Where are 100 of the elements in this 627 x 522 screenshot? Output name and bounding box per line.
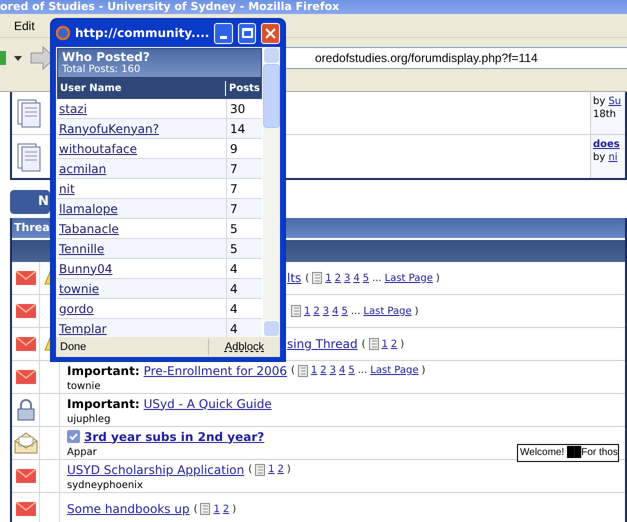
documents-icon — [16, 98, 42, 128]
post-count: 14 — [226, 119, 262, 138]
paren: ( — [290, 364, 295, 378]
page-link[interactable]: 3 — [330, 363, 336, 378]
thread-title-link[interactable]: Pre-Enrollment for 2006 — [144, 362, 287, 380]
paren: ) — [414, 304, 419, 318]
author-name: sydneyphoenix — [67, 478, 144, 492]
author-name: townie — [67, 380, 102, 392]
last-page-link[interactable]: Last Page — [370, 363, 419, 378]
page-link[interactable]: 2 — [278, 462, 284, 477]
last-page-link[interactable]: Last Page — [363, 304, 412, 318]
user-name-link[interactable]: Tabanacle — [57, 220, 226, 238]
user-name-link[interactable]: gordo — [57, 300, 226, 318]
post-date: 18th — [593, 108, 617, 121]
thread-title-link[interactable]: USyd - A Quick Guide — [144, 394, 272, 412]
status-text: Done — [59, 340, 88, 355]
author-name: ujuphleg — [67, 412, 112, 426]
paren: ) — [436, 272, 440, 286]
page-link[interactable]: 2 — [390, 336, 398, 352]
post-count: 5 — [226, 239, 262, 258]
user-name-link[interactable]: withoutaface — [57, 140, 226, 158]
post-count: 9 — [226, 139, 262, 158]
post-count: 7 — [226, 199, 262, 218]
thread-title-link[interactable]: USYD Scholarship Application — [67, 460, 244, 478]
post-count: 4 — [226, 259, 262, 278]
user-link[interactable]: ni — [608, 152, 618, 163]
page-icon — [255, 464, 266, 476]
column-header: User Name — [57, 81, 226, 96]
close-button[interactable] — [261, 22, 280, 44]
maximize-button[interactable] — [238, 22, 256, 44]
page-link[interactable]: 5 — [342, 304, 348, 318]
thread-title-link[interactable]: 3rd year subs in 2nd year? — [84, 428, 264, 446]
page-icon — [291, 305, 301, 317]
page-link[interactable]: 1 — [382, 336, 388, 352]
ellipsis: ... — [350, 304, 360, 318]
minimize-button[interactable] — [214, 22, 233, 44]
dropdown-arrow-icon[interactable] — [14, 56, 22, 60]
user-name-link[interactable]: Templar — [57, 320, 226, 337]
author-name: Appar — [67, 446, 98, 458]
popup-title: http://community.... — [74, 25, 210, 42]
ellipsis: ... — [372, 272, 382, 286]
menu-item[interactable]: Edit — [14, 16, 35, 34]
post-count: 7 — [226, 159, 262, 178]
ellipsis: ... — [358, 364, 368, 378]
user-name-link[interactable]: Bunny04 — [57, 260, 226, 278]
user-name-link[interactable]: nit — [57, 180, 226, 198]
paren: ( — [362, 338, 366, 352]
user-name-link[interactable]: RanyofuKenyan? — [57, 120, 226, 138]
tooltip: Welcome! ██For thos — [517, 444, 619, 462]
page-icon — [298, 364, 308, 376]
thread-title-link[interactable]: Some handbooks up — [67, 500, 190, 518]
scrollbar[interactable] — [263, 47, 280, 337]
important-label: Important: — [67, 362, 140, 380]
user-link[interactable]: Su — [608, 96, 622, 107]
column-header: Posts — [228, 82, 261, 96]
paren: ( — [248, 463, 252, 477]
page-link[interactable]: 1 — [310, 363, 318, 378]
page-link[interactable]: 4 — [339, 363, 346, 378]
post-count: 7 — [226, 179, 262, 198]
page-link[interactable]: 5 — [362, 270, 370, 286]
page-link[interactable]: 2 — [320, 363, 327, 378]
post-count: 4 — [226, 279, 262, 298]
close-icon — [265, 28, 276, 38]
page-link[interactable]: 3 — [322, 304, 330, 318]
page-link[interactable]: 2 — [334, 270, 341, 286]
page-link[interactable]: 1 — [213, 502, 220, 516]
user-name-link[interactable]: stazi — [57, 100, 226, 118]
page-icon — [368, 338, 378, 350]
paren: ) — [232, 502, 236, 516]
post-count: 5 — [226, 219, 262, 238]
page-link[interactable]: 2 — [222, 502, 230, 516]
paren: ( — [194, 502, 198, 516]
popup-heading: Who Posted? — [62, 50, 151, 64]
page-icon — [200, 503, 210, 515]
page-link[interactable]: 1 — [268, 462, 275, 477]
page-link[interactable]: 1 — [304, 304, 310, 318]
by-label: by — [593, 96, 606, 107]
adblock-label[interactable]: Adblock — [208, 338, 280, 356]
page-link[interactable]: 5 — [348, 363, 355, 378]
page-link[interactable]: 1 — [325, 270, 332, 286]
thread-title-link[interactable]: sing Thread — [287, 335, 358, 353]
thread-title-link[interactable]: lts — [287, 269, 302, 287]
page-link[interactable]: 3 — [344, 270, 350, 286]
post-count: 30 — [226, 99, 262, 118]
page-link[interactable]: 2 — [313, 304, 320, 318]
page-link[interactable]: 4 — [332, 304, 338, 318]
paren: ( — [305, 272, 310, 286]
user-name-link[interactable]: Tennille — [57, 240, 226, 258]
post-count: 4 — [226, 299, 262, 318]
by-label: by — [593, 152, 606, 163]
user-name-link[interactable]: acmilan — [57, 160, 226, 178]
forum-post-link[interactable]: does — [593, 138, 625, 151]
page-link[interactable]: 4 — [353, 270, 360, 286]
new-thread-button[interactable]: N — [10, 190, 50, 214]
total-posts: Total Posts: 160 — [62, 64, 142, 76]
window-title: ored of Studies - University of Sydney - Mozilla Firefox — [0, 0, 340, 14]
user-name-link[interactable]: llamalope — [57, 200, 226, 218]
user-name-link[interactable]: townie — [57, 280, 226, 298]
last-page-link[interactable]: Last Page — [384, 270, 433, 286]
paren: ) — [286, 463, 291, 477]
